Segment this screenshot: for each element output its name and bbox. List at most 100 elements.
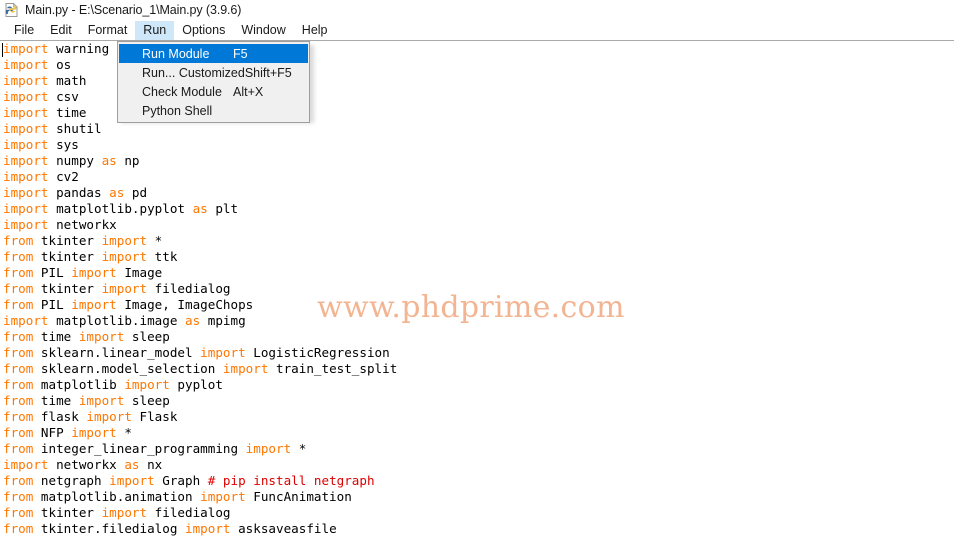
menu-format[interactable]: Format [80, 21, 136, 40]
code-line: from tkinter import ttk [3, 249, 397, 265]
title-bar: Main.py - E:\Scenario_1\Main.py (3.9.6) [0, 0, 954, 20]
code-token-kw: from [3, 473, 34, 488]
code-line: from integer_linear_programming import * [3, 441, 397, 457]
code-token-kw: as [101, 153, 117, 168]
menu-window[interactable]: Window [233, 21, 293, 40]
code-token-id: NFP [33, 425, 72, 440]
code-token-kw: import [71, 297, 117, 312]
menu-item-check-module-label: Check Module [142, 84, 222, 99]
code-token-id: warning [48, 41, 110, 56]
code-token-kw: import [245, 441, 292, 456]
code-line: from sklearn.linear_model import Logisti… [3, 345, 397, 361]
code-line: import shutil [3, 121, 397, 137]
code-token-kw: as [192, 201, 208, 216]
menu-run[interactable]: Run [135, 20, 175, 40]
code-token-id: sleep [124, 393, 170, 408]
code-token-id: Flask [131, 409, 178, 424]
menu-item-run-customized[interactable]: Run... Customized Shift+F5 [119, 63, 308, 82]
code-token-id: Image, ImageChops [116, 297, 254, 312]
code-token-kw: import [101, 505, 148, 520]
menu-item-run-customized-label: Run... Customized [142, 65, 245, 80]
menu-item-python-shell[interactable]: Python Shell [119, 101, 308, 120]
code-token-kw: from [3, 441, 34, 456]
code-token-kw: from [3, 233, 34, 248]
code-token-id: tkinter [33, 249, 102, 264]
code-token-kw: from [3, 505, 34, 520]
code-token-kw: from [3, 265, 34, 280]
code-line: from sklearn.model_selection import trai… [3, 361, 397, 377]
code-token-kw: import [101, 249, 148, 264]
code-line: from tkinter import filedialog [3, 505, 397, 521]
code-token-kw: from [3, 281, 34, 296]
code-token-id: filedialog [147, 505, 231, 520]
code-token-id: matplotlib [33, 377, 125, 392]
code-line: from NFP import * [3, 425, 397, 441]
code-token-id: sklearn.model_selection [33, 361, 223, 376]
code-token-kw: import [3, 121, 49, 136]
code-line: from tkinter.filedialog import asksaveas… [3, 521, 397, 537]
code-line: from tkinter import * [3, 233, 397, 249]
code-token-kw: from [3, 361, 34, 376]
python-idle-icon [4, 2, 20, 18]
window-title: Main.py - E:\Scenario_1\Main.py (3.9.6) [25, 3, 242, 17]
code-token-id: pyplot [169, 377, 223, 392]
code-line: import pandas as pd [3, 185, 397, 201]
code-token-id: math [48, 73, 87, 88]
code-token-id: * [291, 441, 307, 456]
code-token-id: sys [48, 137, 79, 152]
code-line: from time import sleep [3, 393, 397, 409]
code-token-kw: import [101, 281, 148, 296]
code-token-kw: import [3, 153, 49, 168]
code-token-kw: import [3, 313, 49, 328]
menu-item-check-module[interactable]: Check Module Alt+X [119, 82, 308, 101]
menu-options[interactable]: Options [174, 21, 233, 40]
code-token-kw: import [101, 233, 148, 248]
code-token-kw: import [71, 265, 117, 280]
code-token-id: np [116, 153, 140, 168]
code-token-kw: as [124, 457, 140, 472]
code-token-id: filedialog [147, 281, 231, 296]
menu-item-run-module-label: Run Module [142, 46, 210, 61]
code-token-kw: import [86, 409, 132, 424]
code-token-kw: import [3, 457, 49, 472]
code-token-kw: from [3, 521, 34, 536]
code-token-kw: as [109, 185, 125, 200]
code-line: import cv2 [3, 169, 397, 185]
menu-file[interactable]: File [6, 21, 42, 40]
code-line: from time import sleep [3, 329, 397, 345]
code-token-kw: from [3, 425, 34, 440]
code-token-id: tkinter [33, 233, 102, 248]
code-token-id: train_test_split [268, 361, 398, 376]
code-token-id: ttk [147, 249, 178, 264]
code-token-kw: from [3, 489, 34, 504]
menu-item-check-module-accel: Alt+X [233, 84, 264, 99]
code-token-kw: from [3, 393, 34, 408]
code-token-kw: from [3, 409, 34, 424]
code-token-kw: import [71, 425, 117, 440]
menu-item-run-module-accel: F5 [233, 46, 248, 61]
code-token-kw: import [78, 329, 125, 344]
code-token-cm: # pip install netgraph [207, 473, 375, 488]
code-token-id: tkinter [33, 281, 102, 296]
code-token-kw: import [109, 473, 155, 488]
code-token-kw: as [184, 313, 201, 328]
code-token-id: nx [139, 457, 163, 472]
menu-bar: File Edit Format Run Options Window Help [0, 20, 954, 40]
code-token-id: csv [48, 89, 79, 104]
code-token-kw: import [3, 105, 49, 120]
code-line: import numpy as np [3, 153, 397, 169]
code-token-id: netgraph [33, 473, 110, 488]
menu-edit[interactable]: Edit [42, 21, 80, 40]
code-token-id: numpy [48, 153, 102, 168]
code-token-id: matplotlib.pyplot [48, 201, 193, 216]
code-token-kw: from [3, 297, 34, 312]
code-token-kw: import [3, 41, 49, 56]
menu-help[interactable]: Help [294, 21, 336, 40]
code-token-id: * [147, 233, 163, 248]
menu-item-run-module[interactable]: Run Module F5 [119, 44, 308, 63]
code-token-id: matplotlib.image [48, 313, 185, 328]
code-token-kw: import [200, 489, 246, 504]
code-line: from flask import Flask [3, 409, 397, 425]
code-token-id: tkinter [33, 505, 102, 520]
code-token-kw: import [185, 521, 231, 536]
